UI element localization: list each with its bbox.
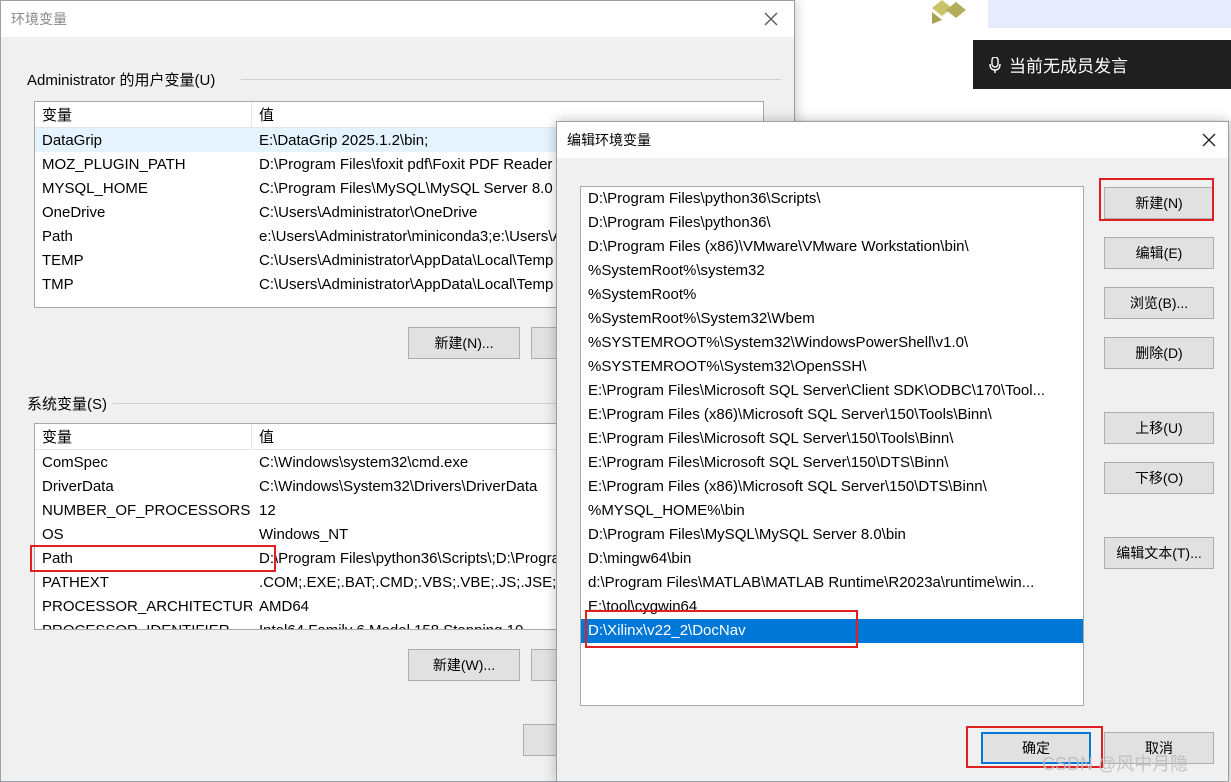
variable-name: OneDrive	[42, 203, 106, 221]
meeting-toast: 当前无成员发言	[973, 40, 1231, 89]
path-item[interactable]: E:\Program Files (x86)\Microsoft SQL Ser…	[581, 475, 1083, 499]
path-item[interactable]: E:\Program Files (x86)\Microsoft SQL Ser…	[581, 403, 1083, 427]
variable-name: OS	[42, 525, 64, 543]
toast-text: 当前无成员发言	[1009, 57, 1128, 76]
close-icon[interactable]	[762, 10, 780, 28]
column-header-variable[interactable]: 变量	[35, 424, 252, 449]
edit-text-button[interactable]: 编辑文本(T)...	[1104, 537, 1214, 569]
variable-name: NUMBER_OF_PROCESSORS	[42, 501, 251, 519]
move-up-button[interactable]: 上移(U)	[1104, 412, 1214, 444]
variable-name: PROCESSOR_IDENTIFIER	[42, 621, 230, 630]
variable-name: TEMP	[42, 251, 84, 269]
path-item[interactable]: %SYSTEMROOT%\System32\WindowsPowerShell\…	[581, 331, 1083, 355]
variable-name: MOZ_PLUGIN_PATH	[42, 155, 186, 173]
path-item[interactable]: D:\Program Files\MySQL\MySQL Server 8.0\…	[581, 523, 1083, 547]
variable-name: PATHEXT	[42, 573, 109, 591]
path-item[interactable]: D:\Program Files (x86)\VMware\VMware Wor…	[581, 235, 1083, 259]
path-item[interactable]: E:\Program Files\Microsoft SQL Server\15…	[581, 427, 1083, 451]
path-item[interactable]: E:\Program Files\Microsoft SQL Server\15…	[581, 451, 1083, 475]
variable-name: DataGrip	[42, 131, 103, 149]
background-banner	[988, 0, 1231, 28]
close-icon[interactable]	[1200, 131, 1218, 149]
edit-window-titlebar: 编辑环境变量	[557, 122, 1228, 158]
system-new-button[interactable]: 新建(W)...	[408, 649, 520, 681]
watermark: CSDN @风中月隐	[1042, 754, 1189, 774]
path-item[interactable]: D:\mingw64\bin	[581, 547, 1083, 571]
variable-name: ComSpec	[42, 453, 108, 471]
path-item[interactable]: E:\Program Files\Microsoft SQL Server\Cl…	[581, 379, 1083, 403]
path-item[interactable]: %SystemRoot%\System32\Wbem	[581, 307, 1083, 331]
divider	[241, 79, 781, 80]
variable-name: PROCESSOR_ARCHITECTURE	[42, 597, 252, 615]
env-window-titlebar: 环境变量	[1, 1, 794, 37]
app-logo-icon	[932, 0, 966, 24]
highlight-new-button	[1099, 178, 1214, 221]
user-vars-label: Administrator 的用户变量(U)	[27, 72, 216, 89]
microphone-icon	[989, 56, 1001, 73]
variable-name: TMP	[42, 275, 74, 293]
path-item[interactable]: D:\Program Files\python36\Scripts\	[581, 187, 1083, 211]
delete-button[interactable]: 删除(D)	[1104, 337, 1214, 369]
path-item[interactable]: D:\Program Files\python36\	[581, 211, 1083, 235]
path-item[interactable]: %MYSQL_HOME%\bin	[581, 499, 1083, 523]
system-vars-label: 系统变量(S)	[27, 396, 107, 413]
variable-name: DriverData	[42, 477, 114, 495]
highlight-new-path	[585, 610, 858, 648]
variable-name: Path	[42, 227, 73, 245]
move-down-button[interactable]: 下移(O)	[1104, 462, 1214, 494]
edit-path-button[interactable]: 编辑(E)	[1104, 237, 1214, 269]
column-header-variable[interactable]: 变量	[35, 102, 252, 127]
highlight-path-row	[30, 545, 276, 572]
path-item[interactable]: %SYSTEMROOT%\System32\OpenSSH\	[581, 355, 1083, 379]
path-item[interactable]: %SystemRoot%	[581, 283, 1083, 307]
path-item[interactable]: d:\Program Files\MATLAB\MATLAB Runtime\R…	[581, 571, 1083, 595]
path-item[interactable]: %SystemRoot%\system32	[581, 259, 1083, 283]
edit-window-title: 编辑环境变量	[567, 132, 651, 148]
env-window-title: 环境变量	[11, 11, 67, 27]
variable-name: MYSQL_HOME	[42, 179, 148, 197]
browse-button[interactable]: 浏览(B)...	[1104, 287, 1214, 319]
user-new-button[interactable]: 新建(N)...	[408, 327, 520, 359]
